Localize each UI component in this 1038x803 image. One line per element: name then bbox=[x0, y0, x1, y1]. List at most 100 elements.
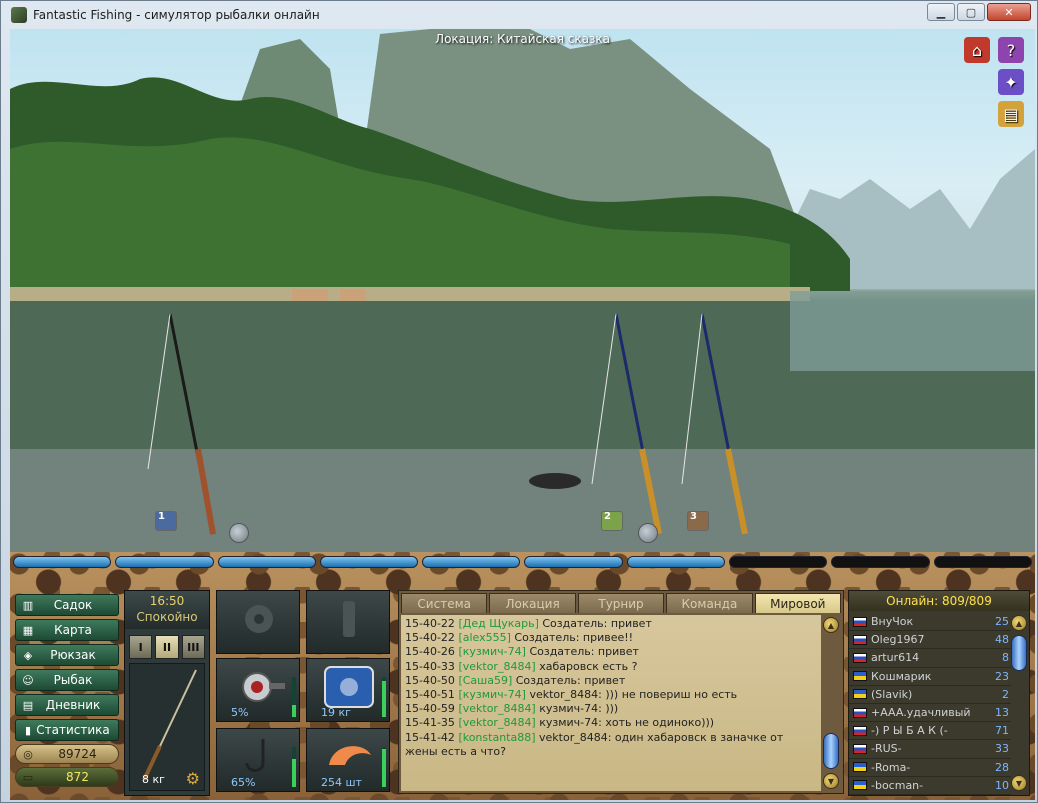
rod-marker-label: 1 bbox=[158, 511, 165, 522]
hook-wear-bar bbox=[292, 747, 296, 787]
chat-user[interactable]: [vektor_8484] bbox=[458, 702, 535, 715]
rod-marker-1[interactable]: 1 bbox=[155, 511, 177, 531]
minimize-button[interactable]: ▁ bbox=[927, 3, 955, 21]
chat-time: 15-41-42 bbox=[405, 730, 455, 744]
shrimp-icon bbox=[329, 746, 371, 765]
reel-wear-fill bbox=[292, 705, 296, 717]
help-book-icon[interactable]: ? bbox=[998, 37, 1024, 63]
chat-text: Создатель: привет bbox=[542, 617, 652, 630]
online-player-list[interactable]: ВнуЧок 25 Oleg1967 48 artur614 8 Кошмарик 23 (Sl… bbox=[849, 613, 1011, 795]
coin-icon: ◎ bbox=[23, 747, 33, 761]
slot-line[interactable]: 19 кг bbox=[306, 658, 390, 722]
rod-tabs: I II III bbox=[125, 629, 209, 659]
chat-tabs: Система Локация Турнир Команда Мировой bbox=[399, 591, 843, 613]
menu-item-sadok[interactable]: ▥ Садок bbox=[15, 594, 119, 616]
online-player-row[interactable]: -RUS- 33 bbox=[849, 740, 1011, 759]
menu-item-rybak[interactable]: ☺ Рыбак bbox=[15, 669, 119, 691]
online-player-row[interactable]: Oleg1967 48 bbox=[849, 631, 1011, 650]
slot-bait[interactable]: 254 шт bbox=[306, 728, 390, 792]
menu-item-statistika[interactable]: ▮ Статистика bbox=[15, 719, 119, 741]
chat-message: 15-40-51 [кузмич-74] vektor_8484: ))) не… bbox=[405, 688, 817, 702]
chat-user[interactable]: [кузмич-74] bbox=[458, 645, 526, 658]
menu-item-dnevnik[interactable]: ▤ Дневник bbox=[15, 694, 119, 716]
knife-icon bbox=[343, 601, 355, 637]
close-button[interactable]: ✕ bbox=[987, 3, 1031, 21]
slot-hook[interactable]: 65% bbox=[216, 728, 300, 792]
riverbank bbox=[10, 287, 810, 301]
bait-count-bar bbox=[382, 747, 386, 787]
gift-icon[interactable]: ✦ bbox=[998, 69, 1024, 95]
menu-item-label: Рыбак bbox=[53, 673, 93, 687]
online-player-row[interactable]: Кошмарик 23 bbox=[849, 668, 1011, 686]
slot-accessory[interactable] bbox=[306, 590, 390, 654]
rod-marker-label: 3 bbox=[690, 511, 697, 522]
line-strength-fill bbox=[382, 681, 386, 717]
online-scroll-thumb[interactable] bbox=[1011, 635, 1027, 671]
chat-scroll-thumb[interactable] bbox=[823, 733, 839, 769]
player-level: 33 bbox=[995, 742, 1009, 756]
chat-user[interactable]: [Дед Щукарь] bbox=[458, 617, 538, 630]
rod-marker-3[interactable]: 3 bbox=[687, 511, 709, 531]
chat-text: кузмич-74: ))) bbox=[539, 702, 619, 716]
chat-scroll-down-button[interactable]: ▼ bbox=[823, 773, 839, 789]
reel-icon bbox=[242, 672, 285, 702]
rod-tab-2[interactable]: II bbox=[155, 635, 179, 659]
online-scrollbar[interactable]: ▲ ▼ bbox=[1009, 613, 1027, 793]
chat-tab[interactable]: Система bbox=[401, 593, 488, 613]
player-level: 48 bbox=[995, 633, 1009, 647]
chat-tab[interactable]: Команда bbox=[666, 593, 753, 613]
chat-user[interactable]: [vektor_8484] bbox=[458, 660, 535, 673]
chat-user[interactable]: [alex555] bbox=[458, 631, 510, 644]
online-player-row[interactable]: -) Р Ы Б А К (- 71 bbox=[849, 722, 1011, 741]
line-tension-icon bbox=[638, 523, 658, 543]
chat-messages[interactable]: 15-40-22 [Дед Щукарь] Создатель: привет 1… bbox=[401, 615, 821, 791]
online-player-row[interactable]: artur614 8 bbox=[849, 649, 1011, 668]
notes-icon[interactable]: ▤ bbox=[998, 101, 1024, 127]
clock: 16:50 Спокойно bbox=[125, 591, 209, 629]
game-window: Fantastic Fishing - симулятор рыбалки он… bbox=[0, 0, 1038, 803]
home-icon[interactable]: ⌂ bbox=[964, 37, 990, 63]
maximize-button[interactable]: ▢ bbox=[957, 3, 985, 21]
player-name: Oleg1967 bbox=[871, 633, 925, 647]
rod-tab-1[interactable]: I bbox=[129, 635, 153, 659]
keepnet-icon: ▥ bbox=[22, 598, 34, 612]
gear-icon[interactable]: ⚙ bbox=[186, 769, 200, 788]
chat-user[interactable]: [vektor_8484] bbox=[458, 716, 535, 729]
online-player-row[interactable]: (Slavik) 2 bbox=[849, 686, 1011, 704]
menu-item-ryukzak[interactable]: ◈ Рюкзак bbox=[15, 644, 119, 666]
chat-tab[interactable]: Мировой bbox=[754, 593, 842, 613]
player-name: -Roma- bbox=[871, 760, 911, 774]
chat-user[interactable]: [konstanta88] bbox=[458, 731, 535, 744]
stats-icon: ▮ bbox=[24, 723, 32, 737]
rod-tab-3[interactable]: III bbox=[181, 635, 205, 659]
chat-scroll-up-button[interactable]: ▲ bbox=[823, 617, 839, 633]
chat-tab[interactable]: Турнир bbox=[577, 593, 665, 613]
chat-tab[interactable]: Локация bbox=[489, 593, 576, 613]
online-player-row[interactable]: +AAA.удачливый 13 bbox=[849, 704, 1011, 723]
player-level: 10 bbox=[995, 778, 1009, 792]
online-player-row[interactable]: -bocman- 10 bbox=[849, 777, 1011, 795]
player-level: 71 bbox=[995, 724, 1009, 738]
slot-empty[interactable] bbox=[216, 590, 300, 654]
backpack-icon: ◈ bbox=[23, 648, 33, 662]
gold-balance: ▭ 872 bbox=[15, 767, 119, 787]
chat-user[interactable]: [Саша59] bbox=[458, 674, 512, 687]
rod-slot[interactable]: 8 кг ⚙ bbox=[129, 663, 205, 791]
player-level: 13 bbox=[995, 706, 1009, 720]
banknote-icon: ▭ bbox=[22, 770, 34, 784]
reel-wear: 5% bbox=[231, 706, 249, 719]
online-player-row[interactable]: -Roma- 28 bbox=[849, 759, 1011, 777]
slot-reel[interactable]: 5% bbox=[216, 658, 300, 722]
chat-user[interactable]: [кузмич-74] bbox=[458, 688, 526, 701]
online-scroll-down-button[interactable]: ▼ bbox=[1011, 775, 1027, 791]
chat-scrollbar[interactable]: ▲ ▼ bbox=[821, 615, 841, 791]
chat-message: 15-41-35 [vektor_8484] кузмич-74: хоть н… bbox=[405, 716, 817, 730]
rod-marker-2[interactable]: 2 bbox=[601, 511, 623, 531]
menu-item-karta[interactable]: ▦ Карта bbox=[15, 619, 119, 641]
online-scroll-up-button[interactable]: ▲ bbox=[1011, 615, 1027, 631]
player-name: -) Р Ы Б А К (- bbox=[871, 724, 948, 738]
player-name: -RUS- bbox=[871, 742, 902, 756]
fishing-scene[interactable]: Локация: Китайская сказка ⌂ ? ✦ ▤ 1 2 3 bbox=[10, 29, 1035, 552]
menu-item-label: Дневник bbox=[45, 698, 101, 712]
online-player-row[interactable]: ВнуЧок 25 bbox=[849, 613, 1011, 632]
